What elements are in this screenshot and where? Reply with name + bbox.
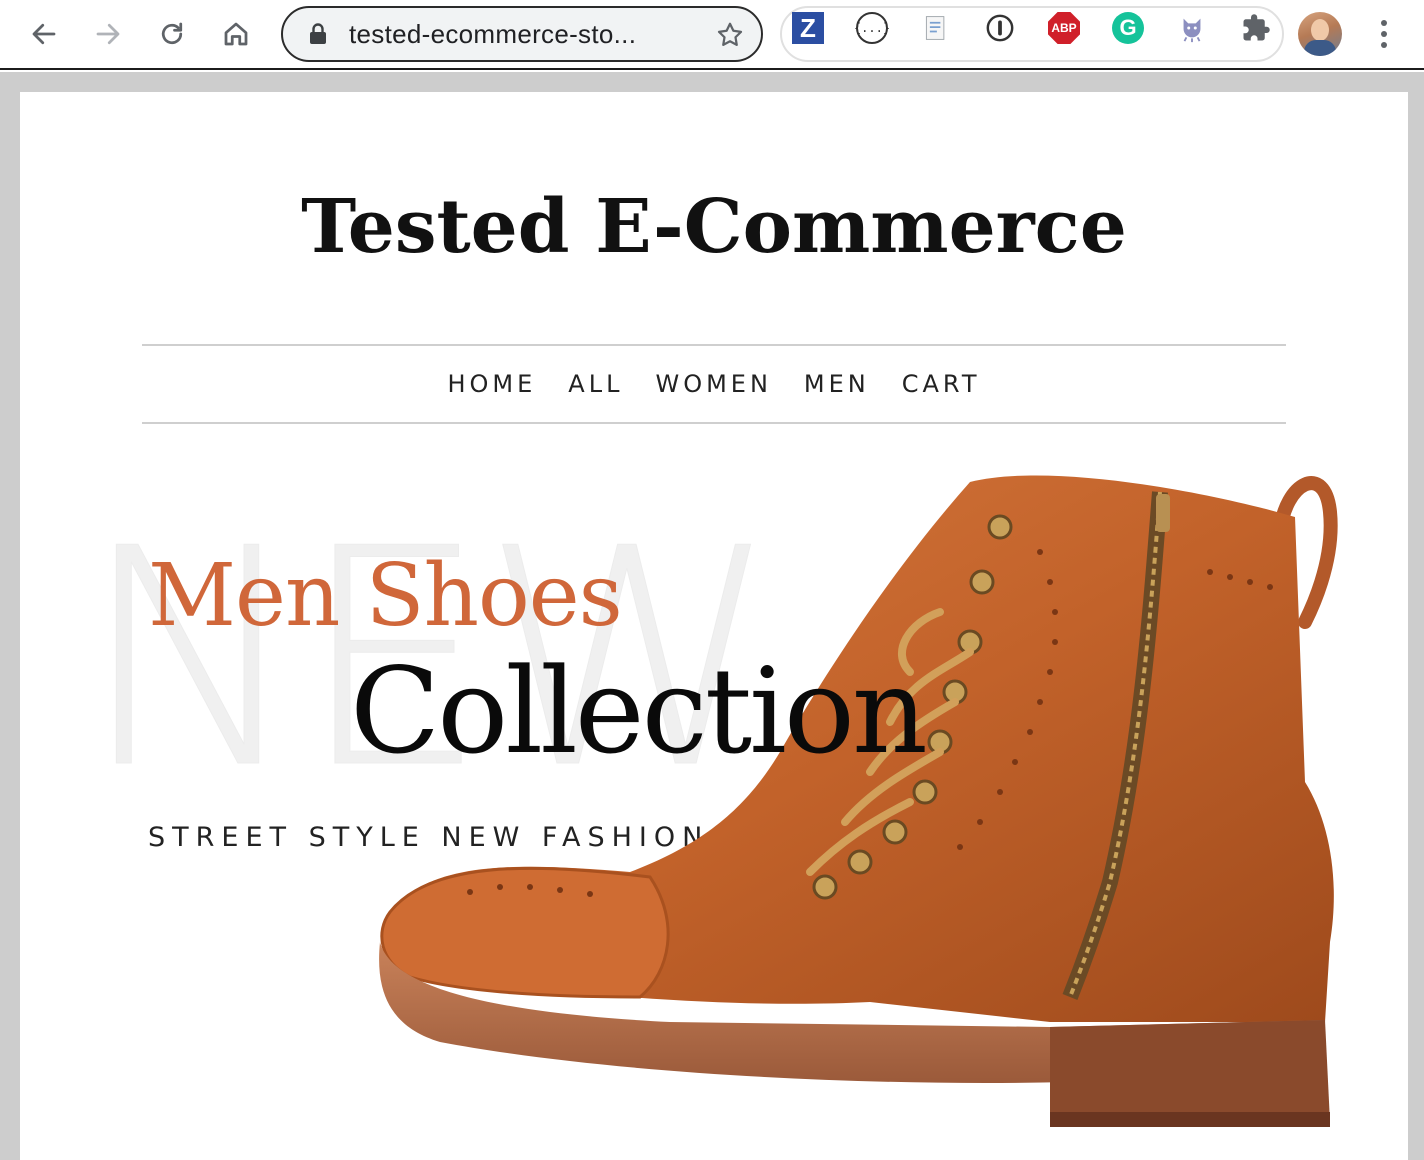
- adblock-extension-icon[interactable]: ABP: [1048, 12, 1080, 44]
- hero-title: Collection: [350, 642, 928, 780]
- bookmark-star-icon[interactable]: [715, 20, 745, 50]
- nav-cart-link[interactable]: CART: [902, 370, 981, 398]
- back-button[interactable]: [20, 10, 68, 58]
- web-page: Tested E-Commerce HOME ALL WOMEN MEN CAR…: [20, 92, 1408, 1160]
- main-navigation: HOME ALL WOMEN MEN CART: [142, 345, 1286, 423]
- reload-icon: [161, 22, 183, 45]
- avatar-shirt: [1304, 40, 1336, 56]
- forward-button[interactable]: [84, 10, 132, 58]
- home-button[interactable]: [212, 10, 260, 58]
- nav-women-link[interactable]: WOMEN: [655, 370, 771, 398]
- menu-dot: [1381, 42, 1387, 48]
- notes-extension-icon[interactable]: [920, 12, 952, 44]
- nav-men-link[interactable]: MEN: [804, 370, 870, 398]
- extensions-menu-button[interactable]: [1240, 12, 1272, 44]
- url-text: tested-ecommerce-sto...: [349, 18, 637, 49]
- grammarly-extension-icon[interactable]: G: [1112, 12, 1144, 44]
- nav-home-link[interactable]: HOME: [447, 370, 536, 398]
- cat-icon: [1183, 18, 1201, 43]
- viewport-frame: Tested E-Commerce HOME ALL WOMEN MEN CAR…: [0, 72, 1424, 1160]
- puzzle-piece-icon: [1243, 14, 1270, 41]
- arrow-left-icon: [32, 23, 56, 45]
- reload-button[interactable]: [148, 10, 196, 58]
- profile-avatar[interactable]: [1298, 12, 1342, 56]
- password-manager-extension-icon[interactable]: [984, 12, 1016, 44]
- home-icon: [224, 22, 248, 46]
- arrow-right-icon: [96, 23, 120, 45]
- 1password-icon: [986, 14, 1014, 42]
- avatar-face: [1311, 19, 1329, 41]
- zotero-extension-icon[interactable]: Z: [792, 12, 824, 44]
- document-icon: [925, 16, 945, 40]
- browser-toolbar: tested-ecommerce-sto... Z {...} ABP G: [0, 0, 1424, 70]
- json-viewer-extension-icon[interactable]: {...}: [854, 12, 890, 44]
- menu-dot: [1381, 31, 1387, 37]
- octocat-extension-icon[interactable]: [1176, 12, 1208, 44]
- nav-all-link[interactable]: ALL: [568, 370, 623, 398]
- site-title[interactable]: Tested E-Commerce: [20, 184, 1408, 270]
- lock-icon: [310, 23, 326, 44]
- browser-menu-button[interactable]: [1368, 16, 1400, 52]
- menu-dot: [1381, 20, 1387, 26]
- address-bar[interactable]: tested-ecommerce-sto...: [281, 6, 763, 62]
- leather-boot-image[interactable]: [350, 422, 1350, 1142]
